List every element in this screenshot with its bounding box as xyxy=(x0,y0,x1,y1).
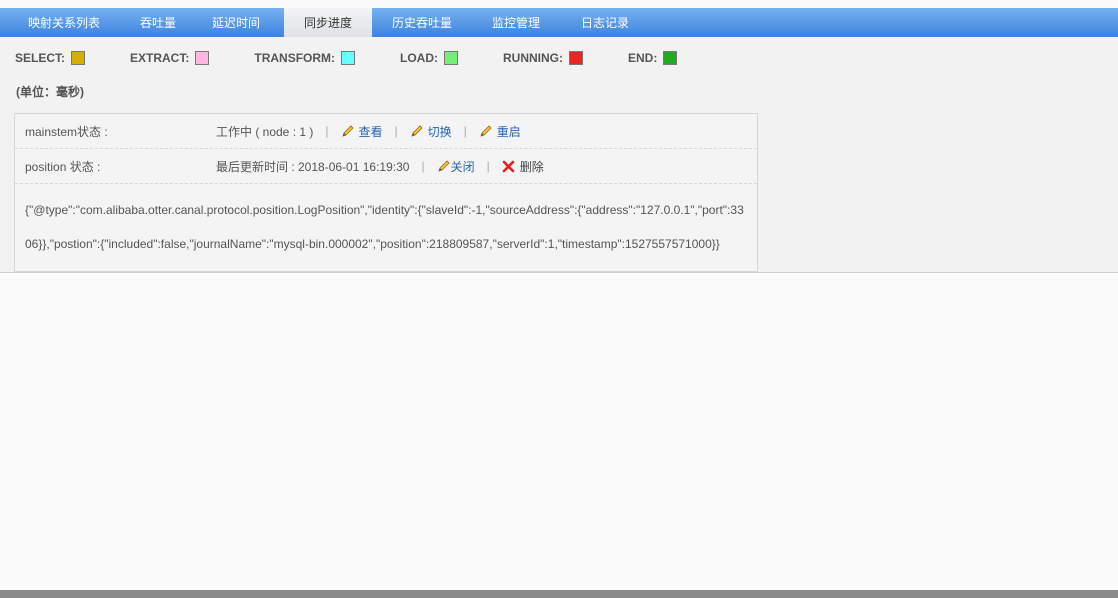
footer-bar xyxy=(0,590,1118,598)
legend-end: END: xyxy=(628,51,678,65)
legend-extract-swatch xyxy=(195,51,210,65)
legend-running: RUNNING: xyxy=(503,51,584,65)
legend-transform-swatch xyxy=(341,51,356,65)
position-row: position 状态 : 最后更新时间 : 2018-06-01 16:19:… xyxy=(15,149,757,184)
position-json: {"@type":"com.alibaba.otter.canal.protoc… xyxy=(25,203,744,251)
legend-load: LOAD: xyxy=(400,51,459,65)
tab-history-throughput[interactable]: 历史吞吐量 xyxy=(372,8,472,37)
legend-end-swatch xyxy=(663,51,678,65)
legend-end-label: END: xyxy=(628,51,658,65)
legend-extract: EXTRACT: xyxy=(130,51,210,65)
legend-transform: TRANSFORM: xyxy=(254,51,356,65)
top-nav: 映射关系列表 吞吐量 延迟时间 同步进度 历史吞吐量 监控管理 日志记录 xyxy=(0,8,1118,37)
delete-x-icon xyxy=(502,160,515,172)
view-link[interactable]: 查看 xyxy=(341,123,383,140)
legend-load-swatch xyxy=(444,51,459,65)
legend-select-label: SELECT: xyxy=(15,51,66,65)
delete-link[interactable]: 删除 xyxy=(502,158,544,175)
close-link-label: 关闭 xyxy=(450,159,475,174)
legend-running-label: RUNNING: xyxy=(503,51,564,65)
separator: | xyxy=(486,159,490,173)
view-link-label: 查看 xyxy=(358,124,383,139)
legend-running-swatch xyxy=(569,51,584,65)
pencil-icon xyxy=(480,125,492,137)
tab-delay-time[interactable]: 延迟时间 xyxy=(188,8,284,37)
mainstem-status: 工作中 ( node : 1 ) xyxy=(216,124,314,139)
legend-load-label: LOAD: xyxy=(400,51,439,65)
restart-link[interactable]: 重启 xyxy=(479,123,521,140)
close-link[interactable]: 关闭 xyxy=(437,158,475,175)
switch-link-label: 切换 xyxy=(427,124,452,139)
tab-throughput[interactable]: 吞吐量 xyxy=(128,8,188,37)
tab-sync-progress[interactable]: 同步进度 xyxy=(284,8,372,37)
separator: | xyxy=(463,124,467,138)
mainstem-label: mainstem状态 : xyxy=(25,124,108,139)
restart-link-label: 重启 xyxy=(496,124,521,139)
legend-select: SELECT: xyxy=(15,51,86,65)
status-box: mainstem状态 : 工作中 ( node : 1 ) | 查看 | 切换 … xyxy=(14,113,758,272)
separator: | xyxy=(325,124,329,138)
sync-progress-panel: SELECT: EXTRACT: TRANSFORM: LOAD: RUNNIN… xyxy=(0,37,1118,273)
position-label: position 状态 : xyxy=(25,159,101,174)
pencil-icon xyxy=(411,125,423,137)
tab-mapping-list[interactable]: 映射关系列表 xyxy=(0,8,128,37)
legend-select-swatch xyxy=(71,51,86,65)
legend-transform-label: TRANSFORM: xyxy=(254,51,336,65)
position-value-group: 最后更新时间 : 2018-06-01 16:19:30 | 关闭 | 删除 xyxy=(216,158,544,175)
mainstem-value-group: 工作中 ( node : 1 ) | 查看 | 切换 | 重启 xyxy=(216,123,521,140)
tab-monitor-management[interactable]: 监控管理 xyxy=(472,8,560,37)
separator: | xyxy=(421,159,425,173)
switch-link[interactable]: 切换 xyxy=(410,123,452,140)
delete-link-label: 删除 xyxy=(519,159,544,174)
unit-label: (单位：毫秒) xyxy=(16,85,84,99)
pencil-icon xyxy=(437,160,450,172)
legend-extract-label: EXTRACT: xyxy=(130,51,190,65)
separator: | xyxy=(394,124,398,138)
pencil-icon xyxy=(341,125,354,137)
stage-legend: SELECT: EXTRACT: TRANSFORM: LOAD: RUNNIN… xyxy=(15,51,722,65)
tab-log-records[interactable]: 日志记录 xyxy=(560,8,650,37)
mainstem-row: mainstem状态 : 工作中 ( node : 1 ) | 查看 | 切换 … xyxy=(15,114,757,149)
position-last-update: 最后更新时间 : 2018-06-01 16:19:30 xyxy=(216,159,410,174)
